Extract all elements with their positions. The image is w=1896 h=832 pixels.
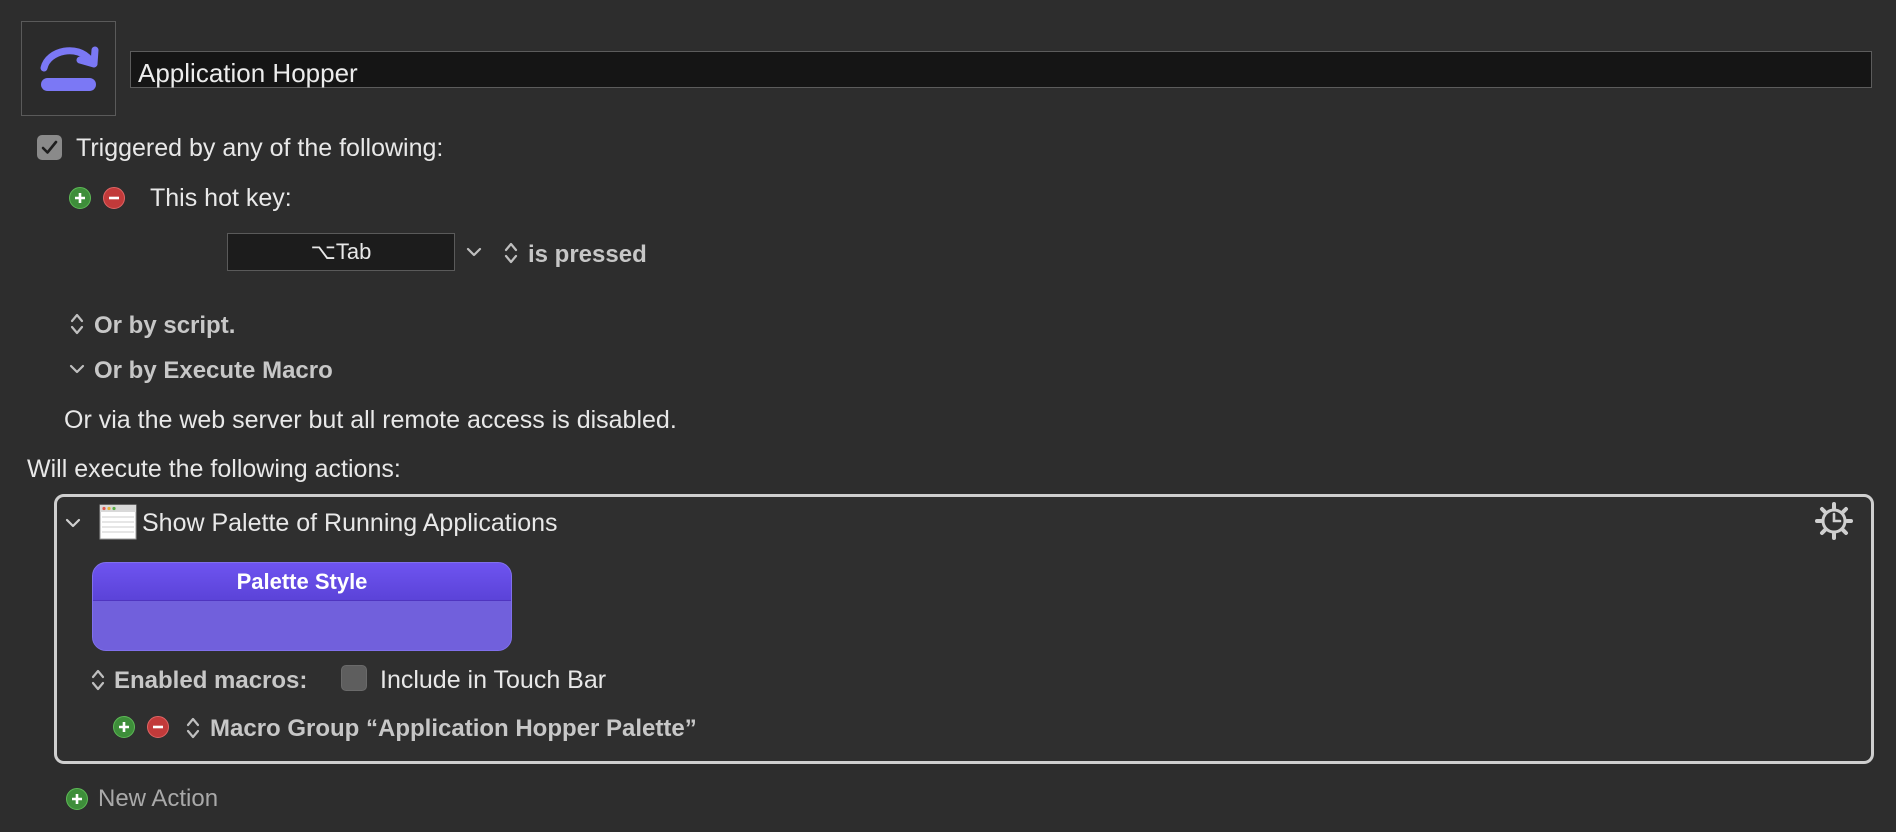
include-touchbar-label: Include in Touch Bar (380, 666, 607, 694)
updown-chevron-icon[interactable] (69, 311, 85, 337)
macro-icon-well[interactable] (21, 21, 116, 116)
chevron-down-icon[interactable] (69, 363, 85, 375)
triggered-label: Triggered by any of the following: (76, 134, 444, 162)
add-macro-group-button[interactable] (113, 716, 135, 738)
chevron-down-icon[interactable] (65, 517, 81, 529)
updown-chevron-icon[interactable] (90, 667, 106, 693)
action-title: Show Palette of Running Applications (142, 509, 558, 537)
remove-macro-group-button[interactable] (147, 716, 169, 738)
hotkey-condition-popup[interactable]: is pressed (528, 241, 647, 269)
hotkey-label: This hot key: (150, 184, 292, 212)
plus-icon (72, 794, 82, 804)
or-by-script-toggle[interactable]: Or by script. (94, 312, 235, 340)
macro-group-popup[interactable]: Macro Group “Application Hopper Palette” (210, 715, 697, 743)
palette-style-label: Palette Style (93, 563, 511, 601)
add-trigger-button[interactable] (69, 187, 91, 209)
new-action-button[interactable]: New Action (98, 785, 218, 813)
hop-arrow-icon (40, 46, 99, 91)
web-server-text: Or via the web server but all remote acc… (64, 406, 677, 434)
enabled-macros-popup[interactable]: Enabled macros: (114, 667, 307, 695)
updown-chevron-icon[interactable] (185, 715, 201, 741)
palette-style-preview (93, 601, 511, 650)
or-by-execute-macro-toggle[interactable]: Or by Execute Macro (94, 357, 333, 385)
triggered-checkbox[interactable] (37, 135, 62, 160)
palette-style-button[interactable]: Palette Style (92, 562, 512, 651)
checkmark-icon (41, 140, 58, 154)
gear-icon[interactable] (1814, 501, 1854, 541)
plus-icon (75, 193, 85, 203)
new-action-add-icon[interactable] (66, 788, 88, 810)
minus-icon (109, 196, 119, 200)
updown-chevron-icon[interactable] (503, 240, 519, 266)
remove-trigger-button[interactable] (103, 187, 125, 209)
macro-name-field[interactable]: Application Hopper (130, 51, 1872, 88)
chevron-down-icon[interactable] (466, 246, 482, 258)
plus-icon (119, 722, 129, 732)
actions-header: Will execute the following actions: (27, 455, 401, 483)
include-touchbar-checkbox[interactable] (341, 665, 367, 691)
palette-window-icon (99, 504, 137, 540)
hotkey-field[interactable]: ⌥Tab (227, 233, 455, 271)
minus-icon (153, 725, 163, 729)
